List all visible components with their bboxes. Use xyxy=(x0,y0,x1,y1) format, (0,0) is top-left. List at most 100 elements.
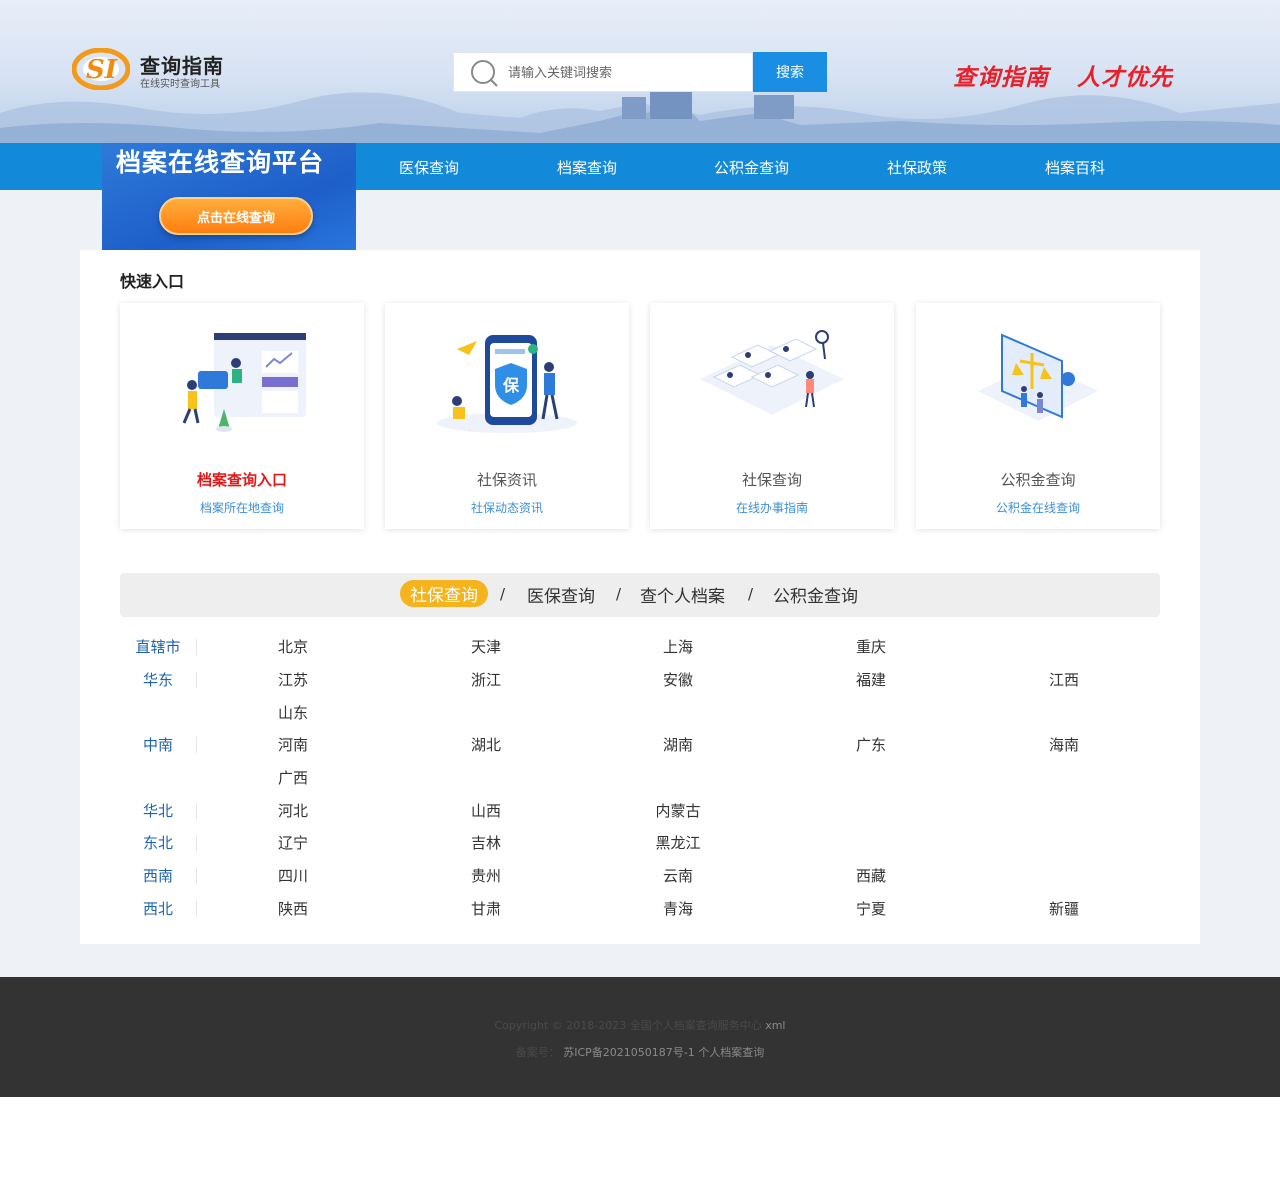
nav-item-archive[interactable]: 档案查询 xyxy=(557,157,617,178)
province-link[interactable]: 山西 xyxy=(446,800,526,821)
region-divider xyxy=(196,901,197,917)
province-link[interactable]: 江苏 xyxy=(253,669,333,690)
province-link[interactable]: 海南 xyxy=(1024,734,1104,755)
region-divider xyxy=(196,868,197,884)
province-link[interactable]: 甘肃 xyxy=(446,898,526,919)
province-link[interactable]: 福建 xyxy=(831,669,911,690)
region-label[interactable]: 直辖市 xyxy=(120,636,196,657)
province-link[interactable]: 安徽 xyxy=(638,669,718,690)
province-link[interactable]: 广东 xyxy=(831,734,911,755)
archive-banner[interactable]: 档案在线查询平台 点击在线查询 xyxy=(102,143,356,259)
card-subtitle[interactable]: 公积金在线查询 xyxy=(916,499,1160,516)
site-footer: Copyright © 2018-2023 全国个人档案查询服务中心 xml 备… xyxy=(0,977,1280,1097)
tab-separator: / xyxy=(748,585,754,603)
tab-separator: / xyxy=(500,585,506,603)
region-label[interactable]: 西北 xyxy=(120,898,196,919)
tab-personal-archive[interactable]: 查个人档案 xyxy=(640,582,725,607)
profile-search-illustration-icon xyxy=(700,330,844,415)
province-link[interactable]: 湖南 xyxy=(638,734,718,755)
svg-text:保: 保 xyxy=(502,376,520,395)
region-divider xyxy=(196,639,197,655)
province-link[interactable]: 内蒙古 xyxy=(638,800,718,821)
site-header: SI 查询指南 在线实时查询工具 搜索 查询指南 人才优先 xyxy=(0,0,1280,143)
province-link[interactable]: 天津 xyxy=(446,636,526,657)
card-subtitle[interactable]: 在线办事指南 xyxy=(650,499,894,516)
tab-fund-query[interactable]: 公积金查询 xyxy=(773,582,858,607)
province-link[interactable]: 吉林 xyxy=(446,832,526,853)
region-label[interactable]: 西南 xyxy=(120,865,196,886)
province-link[interactable]: 北京 xyxy=(253,636,333,657)
region-divider xyxy=(196,803,197,819)
nav-item-medical[interactable]: 医保查询 xyxy=(399,157,459,178)
province-link[interactable]: 云南 xyxy=(638,865,718,886)
footer-icp: 备案号： 苏ICP备2021050187号-1 个人档案查询 xyxy=(0,1044,1280,1060)
card-subtitle[interactable]: 社保动态资讯 xyxy=(385,499,629,516)
province-link[interactable]: 江西 xyxy=(1024,669,1104,690)
footer-copyright: Copyright © 2018-2023 全国个人档案查询服务中心 xml xyxy=(0,1017,1280,1033)
justice-scale-illustration-icon xyxy=(978,333,1098,421)
card-archive-entry[interactable]: 档案查询入口 档案所在地查询 xyxy=(120,303,364,529)
icp-link[interactable]: 苏ICP备2021050187号-1 个人档案查询 xyxy=(563,1046,764,1059)
nav-item-fund[interactable]: 公积金查询 xyxy=(714,157,789,178)
region-label[interactable]: 华东 xyxy=(120,669,196,690)
search-icon xyxy=(471,60,498,87)
card-social-query[interactable]: 社保查询 在线办事指南 xyxy=(650,303,894,529)
province-link[interactable]: 广西 xyxy=(253,767,333,788)
card-fund-query[interactable]: 公积金查询 公积金在线查询 xyxy=(916,303,1160,529)
province-link[interactable]: 陕西 xyxy=(253,898,333,919)
logo-subtitle: 在线实时查询工具 xyxy=(140,79,220,90)
card-title: 档案查询入口 xyxy=(196,471,287,489)
region-divider xyxy=(196,737,197,753)
province-link[interactable]: 上海 xyxy=(638,636,718,657)
card-title: 社保查询 xyxy=(741,471,802,489)
province-link[interactable]: 浙江 xyxy=(446,669,526,690)
region-divider xyxy=(196,835,197,851)
tab-social-query[interactable]: 社保查询 xyxy=(400,580,488,607)
province-link[interactable]: 宁夏 xyxy=(831,898,911,919)
card-social-news[interactable]: 保 社保资讯 社保动态资讯 xyxy=(385,303,629,529)
province-link[interactable]: 四川 xyxy=(253,865,333,886)
region-divider xyxy=(196,672,197,688)
copyright-text: Copyright © 2018-2023 全国个人档案查询服务中心 xyxy=(494,1019,762,1032)
site-logo[interactable]: SI 查询指南 在线实时查询工具 xyxy=(72,48,252,92)
province-link[interactable]: 重庆 xyxy=(831,636,911,657)
province-link[interactable]: 西藏 xyxy=(831,865,911,886)
search-input[interactable] xyxy=(508,62,744,84)
province-link[interactable]: 河南 xyxy=(253,734,333,755)
slogan-1: 查询指南 xyxy=(953,64,1049,91)
svg-text:SI: SI xyxy=(86,55,118,85)
province-link[interactable]: 河北 xyxy=(253,800,333,821)
tab-medical-query[interactable]: 医保查询 xyxy=(527,582,595,607)
card-title: 社保资讯 xyxy=(476,471,537,489)
province-link[interactable]: 湖北 xyxy=(446,734,526,755)
nav-item-encyclopedia[interactable]: 档案百科 xyxy=(1045,157,1105,178)
province-link[interactable]: 新疆 xyxy=(1024,898,1104,919)
sitemap-xml-link[interactable]: xml xyxy=(765,1019,785,1032)
province-link[interactable]: 辽宁 xyxy=(253,832,333,853)
banner-title: 档案在线查询平台 xyxy=(116,148,325,177)
icp-label: 备案号： xyxy=(515,1046,560,1059)
quick-entry-title: 快速入口 xyxy=(120,272,185,291)
query-tabs: 社保查询 / 医保查询 / 查个人档案 / 公积金查询 xyxy=(120,573,1160,617)
card-title: 公积金查询 xyxy=(1000,471,1076,489)
main-panel: 快速入口 档案查询入口 档案所在地查询 保 社保资讯 社保动态资讯 社保查询 在… xyxy=(80,250,1200,944)
province-link[interactable]: 贵州 xyxy=(446,865,526,886)
slogan-2: 人才优先 xyxy=(1077,64,1173,91)
search-bar: 搜索 xyxy=(453,52,827,92)
search-button[interactable]: 搜索 xyxy=(753,52,827,92)
card-subtitle[interactable]: 档案所在地查询 xyxy=(120,499,364,516)
header-slogan: 查询指南 人才优先 xyxy=(953,58,1173,92)
region-label[interactable]: 中南 xyxy=(120,734,196,755)
nav-item-policy[interactable]: 社保政策 xyxy=(887,157,947,178)
tab-separator: / xyxy=(616,585,622,603)
online-query-button[interactable]: 点击在线查询 xyxy=(159,197,313,235)
province-link[interactable]: 山东 xyxy=(253,702,333,723)
insurance-phone-illustration-icon: 保 xyxy=(437,335,577,433)
province-link[interactable]: 黑龙江 xyxy=(638,832,718,853)
search-box xyxy=(453,52,753,92)
office-worker-illustration-icon xyxy=(182,333,306,432)
region-label[interactable]: 华北 xyxy=(120,800,196,821)
province-link[interactable]: 青海 xyxy=(638,898,718,919)
si-logo-icon: SI xyxy=(72,48,130,90)
region-label[interactable]: 东北 xyxy=(120,832,196,853)
